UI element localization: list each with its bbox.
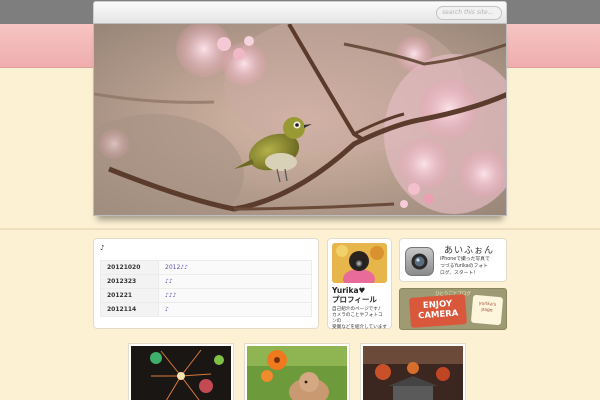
entries-table: 20121020 2012♪♪ 2012323 ♪♪ 201221 ♪♪♪ 20…	[100, 260, 312, 317]
entry-date: 2012323	[100, 274, 159, 289]
site-header	[93, 1, 507, 23]
search-box[interactable]	[436, 6, 502, 20]
yurika-badge: yurika's page	[470, 294, 504, 326]
divider-line	[0, 228, 600, 230]
entry-date: 201221	[100, 288, 159, 303]
thumbnail-lantern-building[interactable]	[360, 343, 466, 400]
entry-link[interactable]: ♪♪	[158, 274, 312, 289]
profile-name: Yurika♥ プロフィール	[332, 286, 387, 304]
profile-widget[interactable]: Yurika♥ プロフィール 自己紹介のページです♪ カメラのことやフォトコンの…	[327, 238, 392, 331]
table-row: 2012323 ♪♪	[100, 274, 312, 289]
iphone-blog-widget[interactable]: あいふぉん iPhoneで撮った写真で つづるYurikaのフォト ログ、スター…	[399, 238, 507, 282]
profile-name-line: プロフィール	[332, 295, 377, 304]
iphone-desc-line: つづるYurikaのフォト	[440, 264, 488, 269]
iphone-title: あいふぉん	[444, 246, 495, 256]
enjoy-camera-banner[interactable]: ひとりごとブログ ENJOY CAMERA yurika's page	[399, 288, 507, 330]
entries-title: ♪	[100, 244, 105, 252]
entry-date: 2012114	[100, 302, 159, 317]
table-row: 201221 ♪♪♪	[100, 288, 312, 303]
entries-panel: ♪ 20121020 2012♪♪ 2012323 ♪♪ 201221 ♪♪♪ …	[93, 238, 319, 329]
entry-link[interactable]: ♪	[158, 302, 312, 317]
iphone-desc-line: ログ、スタート！	[440, 271, 479, 276]
table-row: 2012114 ♪	[100, 302, 312, 317]
table-row: 20121020 2012♪♪	[100, 260, 312, 275]
profile-desc-line: 受賞などを紹介しています	[332, 325, 387, 330]
profile-description: 自己紹介のページです♪ カメラのことやフォトコンの 受賞などを紹介しています	[332, 307, 387, 331]
entry-date: 20121020	[100, 260, 159, 275]
badge-line: page	[481, 307, 493, 314]
camera-app-icon	[405, 247, 434, 276]
thumbnail-flower-dog[interactable]	[244, 343, 350, 400]
profile-desc-line: カメラのことやフォトコンの	[332, 313, 383, 324]
entry-link[interactable]: 2012♪♪	[158, 260, 312, 275]
entry-link[interactable]: ♪♪♪	[158, 288, 312, 303]
iphone-desc-line: iPhoneで撮った写真で	[440, 257, 490, 262]
profile-photo	[332, 243, 387, 283]
hero-image	[93, 23, 507, 216]
profile-name-line: Yurika♥	[332, 286, 366, 295]
enjoy-camera-logo: ENJOY CAMERA	[409, 294, 467, 328]
iphone-description: iPhoneで撮った写真で つづるYurikaのフォト ログ、スタート！	[440, 256, 504, 277]
thumbnail-fireworks[interactable]	[128, 343, 234, 400]
search-input[interactable]	[442, 9, 496, 16]
